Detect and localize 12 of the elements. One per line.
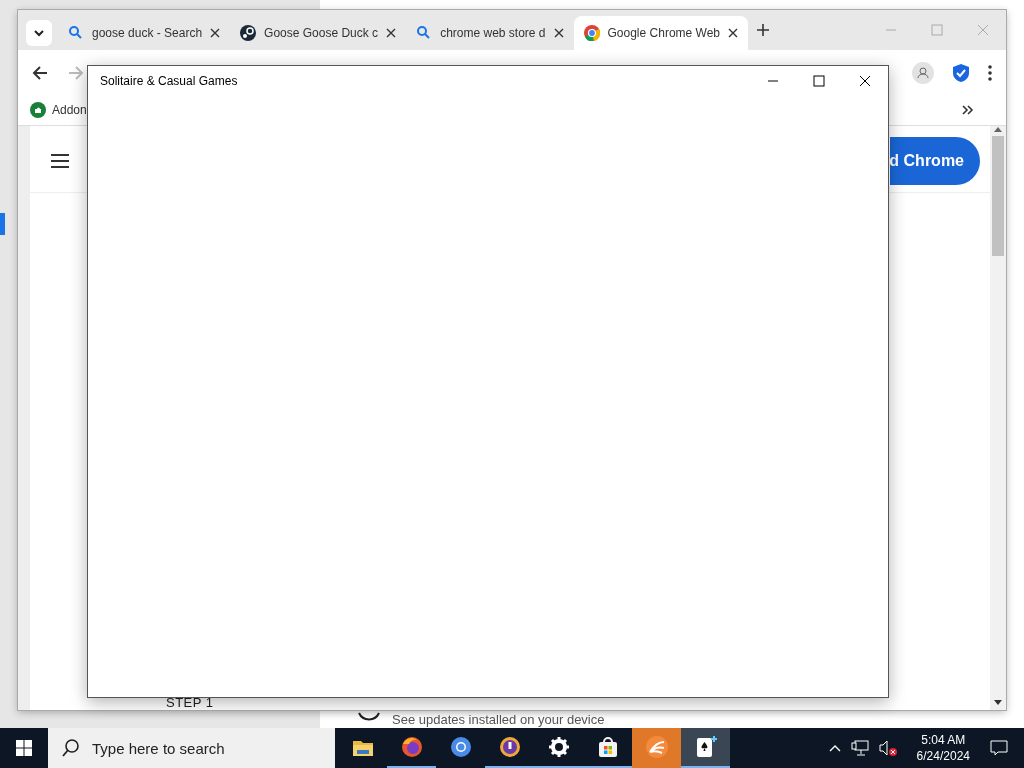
browser-tab[interactable]: Google Chrome Web [573, 16, 748, 50]
add-button[interactable]: d Chrome [890, 137, 980, 185]
search-input[interactable]: Type here to search [90, 738, 324, 758]
browser-tab[interactable]: goose duck - Search [58, 16, 231, 50]
update-history-text: See updates installed on your device [392, 711, 605, 727]
bookmark-link[interactable]: Addon [52, 103, 87, 117]
step-label: STEP 1 [166, 695, 214, 710]
browser-tab[interactable]: Goose Goose Duck c [230, 16, 407, 50]
window-title: Solitaire & Casual Games [100, 74, 238, 88]
taskbar-search-field[interactable]: Type here to search [48, 728, 335, 768]
clock[interactable]: 5:04 AM 6/24/2024 [916, 732, 970, 764]
browser-tab[interactable]: chrome web store d [406, 16, 574, 50]
